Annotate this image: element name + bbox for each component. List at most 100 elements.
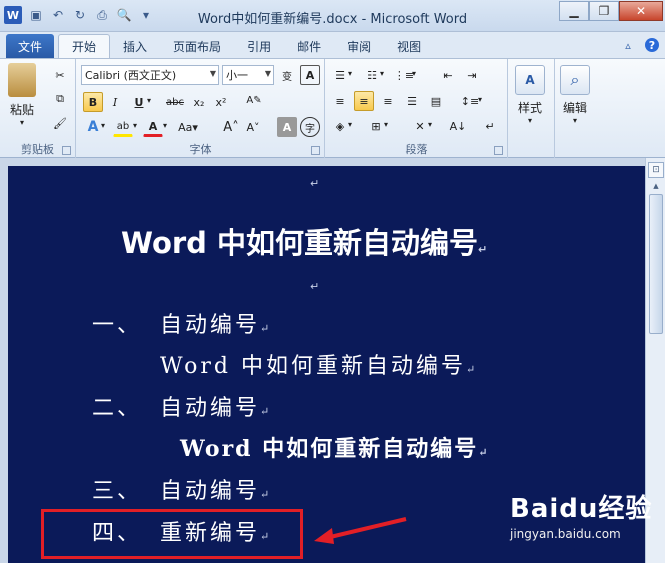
- italic-button[interactable]: I: [105, 92, 125, 112]
- shading-dropdown-icon[interactable]: ▾: [348, 120, 352, 129]
- para-mark: ↵: [478, 446, 490, 459]
- justify-icon[interactable]: ☰: [402, 91, 422, 111]
- paste-button[interactable]: 粘贴 ▾: [8, 63, 36, 127]
- tab-file[interactable]: 文件: [6, 34, 55, 58]
- distributed-icon[interactable]: ▤: [426, 91, 446, 111]
- clear-formatting-icon[interactable]: A✎: [244, 90, 264, 110]
- underline-dropdown-icon[interactable]: ▾: [147, 96, 151, 105]
- grow-font-icon[interactable]: A˄: [221, 117, 241, 137]
- font-name-dropdown-icon[interactable]: ▼: [210, 69, 216, 78]
- character-shading-icon[interactable]: A: [277, 117, 297, 137]
- editing-button[interactable]: ⌕ 编辑 ▾: [560, 65, 590, 125]
- sub-paragraph-bold[interactable]: Word 中如何重新自动编号↵: [180, 431, 489, 463]
- subscript-button[interactable]: x₂: [189, 92, 209, 112]
- ruler-toggle-icon[interactable]: ⊡: [648, 162, 664, 178]
- clipboard-launcher-icon[interactable]: [62, 146, 71, 155]
- highlight-icon[interactable]: ab: [113, 117, 133, 137]
- highlight-box: [41, 509, 303, 559]
- ribbon: 粘贴 ▾ ✂ ⧉ 🖌 剪贴板 Calibri (西文正文) ▼ 小一 ▼ 变 A…: [0, 58, 665, 159]
- strikethrough-button[interactable]: abc: [163, 92, 187, 112]
- multilevel-list-icon[interactable]: ⋮≡: [394, 65, 414, 85]
- annotation-arrow-icon: [314, 517, 407, 544]
- tab-home[interactable]: 开始: [58, 34, 111, 58]
- tab-page-layout[interactable]: 页面布局: [160, 34, 234, 58]
- styles-dropdown-icon[interactable]: ▾: [528, 116, 532, 125]
- phonetic-guide-icon[interactable]: 变: [277, 65, 297, 85]
- editing-dropdown-icon[interactable]: ▾: [573, 116, 577, 125]
- superscript-button[interactable]: x²: [211, 92, 231, 112]
- tab-view[interactable]: 视图: [384, 34, 434, 58]
- decrease-indent-icon[interactable]: ⇤: [438, 65, 458, 85]
- text-effects-dropdown-icon[interactable]: ▾: [101, 121, 105, 130]
- cut-icon[interactable]: ✂: [50, 65, 70, 85]
- sub-paragraph[interactable]: Word 中如何重新自动编号↵: [160, 348, 478, 380]
- enclose-characters-icon[interactable]: 字: [300, 117, 320, 137]
- chinese-layout-dropdown-icon[interactable]: ▾: [428, 120, 432, 129]
- bold-button[interactable]: B: [83, 92, 103, 112]
- list-item[interactable]: 一、 自动编号↵: [92, 307, 272, 339]
- help-icon[interactable]: ?: [645, 38, 659, 52]
- paragraph-group: ☰ ▾ ☷ ▾ ⋮≡ ▾ ⇤ ⇥ ≡ ≡ ≡ ☰ ▤ ↕≡ ▾ ◈ ▾ ⊞ ▾ …: [326, 59, 508, 159]
- font-size-combo[interactable]: 小一 ▼: [222, 65, 274, 85]
- numbering-icon[interactable]: ☷: [362, 65, 382, 85]
- restore-button[interactable]: ❐: [589, 1, 619, 21]
- document-title[interactable]: Word 中如何重新自动编号↵: [121, 220, 487, 262]
- styles-button[interactable]: A 样式 ▾: [515, 65, 545, 125]
- line-spacing-icon[interactable]: ↕≡: [460, 91, 480, 111]
- scroll-thumb[interactable]: [649, 194, 663, 334]
- font-name-value: Calibri (西文正文): [85, 69, 177, 82]
- editing-label: 编辑: [562, 101, 587, 115]
- sub-paragraph-text: Word 中如何重新自动编号: [180, 436, 479, 462]
- list-item[interactable]: 二、 自动编号↵: [92, 390, 272, 422]
- borders-dropdown-icon[interactable]: ▾: [384, 120, 388, 129]
- font-name-combo[interactable]: Calibri (西文正文) ▼: [81, 65, 219, 85]
- styles-icon: A: [515, 65, 545, 95]
- change-case-icon[interactable]: Aa▾: [175, 117, 201, 137]
- window-controls: ▁ ❐ ✕: [559, 1, 663, 21]
- chinese-layout-icon[interactable]: ✕: [410, 116, 430, 136]
- copy-icon[interactable]: ⧉: [50, 89, 70, 109]
- align-left-icon[interactable]: ≡: [330, 91, 350, 111]
- increase-indent-icon[interactable]: ⇥: [462, 65, 482, 85]
- shrink-font-icon[interactable]: A˅: [243, 117, 263, 137]
- scroll-up-icon[interactable]: ▲: [648, 180, 664, 192]
- font-launcher-icon[interactable]: [311, 146, 320, 155]
- empty-paragraph-mark: ↵: [310, 177, 320, 190]
- empty-paragraph-mark: ↵: [310, 280, 320, 293]
- editing-group: ⌕ 编辑 ▾: [556, 59, 598, 159]
- character-border-icon[interactable]: A: [300, 65, 320, 85]
- font-color-icon[interactable]: A: [143, 117, 163, 137]
- close-button[interactable]: ✕: [619, 1, 663, 21]
- tab-references[interactable]: 引用: [234, 34, 284, 58]
- line-spacing-dropdown-icon[interactable]: ▾: [478, 95, 482, 104]
- highlight-dropdown-icon[interactable]: ▾: [133, 121, 137, 130]
- paste-dropdown-icon[interactable]: ▾: [20, 118, 24, 127]
- font-size-value: 小一: [226, 69, 248, 82]
- ribbon-minimize-icon[interactable]: ▵: [621, 38, 635, 52]
- format-painter-icon[interactable]: 🖌: [50, 113, 70, 133]
- clipboard-icon: [8, 63, 36, 97]
- align-center-icon[interactable]: ≡: [354, 91, 374, 111]
- bullets-dropdown-icon[interactable]: ▾: [348, 69, 352, 78]
- tab-mailings[interactable]: 邮件: [284, 34, 334, 58]
- align-right-icon[interactable]: ≡: [378, 91, 398, 111]
- numbering-dropdown-icon[interactable]: ▾: [380, 69, 384, 78]
- minimize-button[interactable]: ▁: [559, 1, 589, 21]
- font-size-dropdown-icon[interactable]: ▼: [265, 69, 271, 78]
- borders-icon[interactable]: ⊞: [366, 116, 386, 136]
- underline-button[interactable]: U: [129, 92, 149, 112]
- list-item[interactable]: 三、 自动编号↵: [92, 473, 272, 505]
- multilevel-dropdown-icon[interactable]: ▾: [412, 69, 416, 78]
- text-effects-icon[interactable]: A: [83, 117, 103, 137]
- shading-icon[interactable]: ◈: [330, 116, 350, 136]
- bullets-icon[interactable]: ☰: [330, 65, 350, 85]
- para-mark: ↵: [465, 363, 479, 376]
- tab-insert[interactable]: 插入: [110, 34, 160, 58]
- tabs-right-controls: ▵ ?: [621, 38, 659, 52]
- styles-group: A 样式 ▾: [509, 59, 555, 159]
- show-hide-marks-icon[interactable]: ↵: [480, 116, 500, 136]
- font-color-dropdown-icon[interactable]: ▾: [163, 121, 167, 130]
- tab-review[interactable]: 审阅: [334, 34, 384, 58]
- sort-icon[interactable]: A↓: [448, 116, 468, 136]
- paragraph-launcher-icon[interactable]: [494, 146, 503, 155]
